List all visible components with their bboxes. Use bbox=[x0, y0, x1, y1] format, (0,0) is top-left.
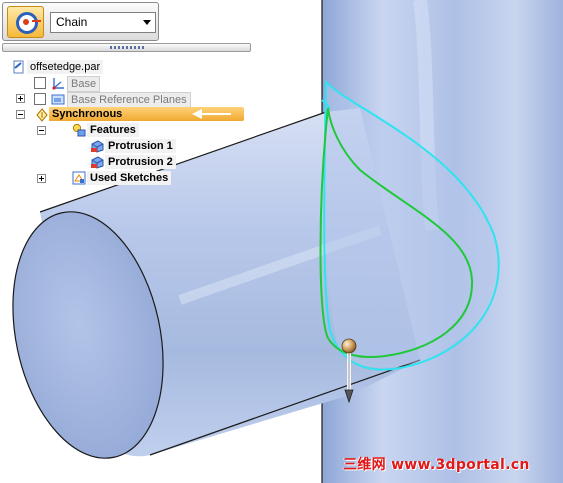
tree-item-base-reference-planes[interactable]: Base Reference Planes bbox=[67, 92, 191, 108]
expand-reference-planes-icon[interactable] bbox=[16, 94, 25, 103]
expand-used-sketches-icon[interactable] bbox=[37, 174, 46, 183]
coordinate-system-icon bbox=[51, 76, 65, 90]
reference-plane-icon bbox=[51, 92, 65, 106]
synchronous-icon bbox=[35, 108, 49, 122]
tree-item-document[interactable]: offsetedge.par bbox=[27, 60, 104, 74]
tree-item-synchronous[interactable]: Synchronous bbox=[49, 107, 126, 121]
base-visibility-checkbox[interactable] bbox=[34, 77, 46, 89]
pathfinder-grip[interactable] bbox=[2, 43, 251, 52]
synchronous-marker-line bbox=[201, 113, 231, 115]
chevron-down-icon[interactable] bbox=[143, 20, 151, 25]
collapse-synchronous-icon[interactable] bbox=[16, 110, 25, 119]
sketch-icon bbox=[72, 171, 86, 185]
tree-item-base[interactable]: Base bbox=[67, 76, 101, 92]
tree-item-protrusion-1[interactable]: Protrusion 1 bbox=[105, 139, 176, 153]
protrusion-icon bbox=[90, 139, 104, 153]
grip-dots-icon bbox=[110, 46, 146, 49]
features-icon bbox=[72, 123, 86, 137]
tree-item-features[interactable]: Features bbox=[87, 123, 139, 137]
select-tool-icon-dot bbox=[23, 19, 29, 25]
protrusion-icon bbox=[90, 155, 104, 169]
tree-item-used-sketches[interactable]: Used Sketches bbox=[87, 171, 172, 185]
tree-item-protrusion-2[interactable]: Protrusion 2 bbox=[105, 155, 176, 169]
selection-mode-value: Chain bbox=[56, 15, 88, 29]
reference-planes-visibility-checkbox[interactable] bbox=[34, 93, 46, 105]
select-tool-button[interactable] bbox=[7, 6, 44, 38]
select-tool-icon-arrow bbox=[32, 20, 41, 22]
watermark: 三维网 www.3dportal.cn bbox=[343, 457, 530, 473]
selection-mode-select[interactable]: Chain bbox=[50, 12, 156, 33]
collapse-features-icon[interactable] bbox=[37, 126, 46, 135]
selection-quickbar: Chain bbox=[2, 2, 159, 41]
part-document-icon bbox=[12, 60, 26, 74]
